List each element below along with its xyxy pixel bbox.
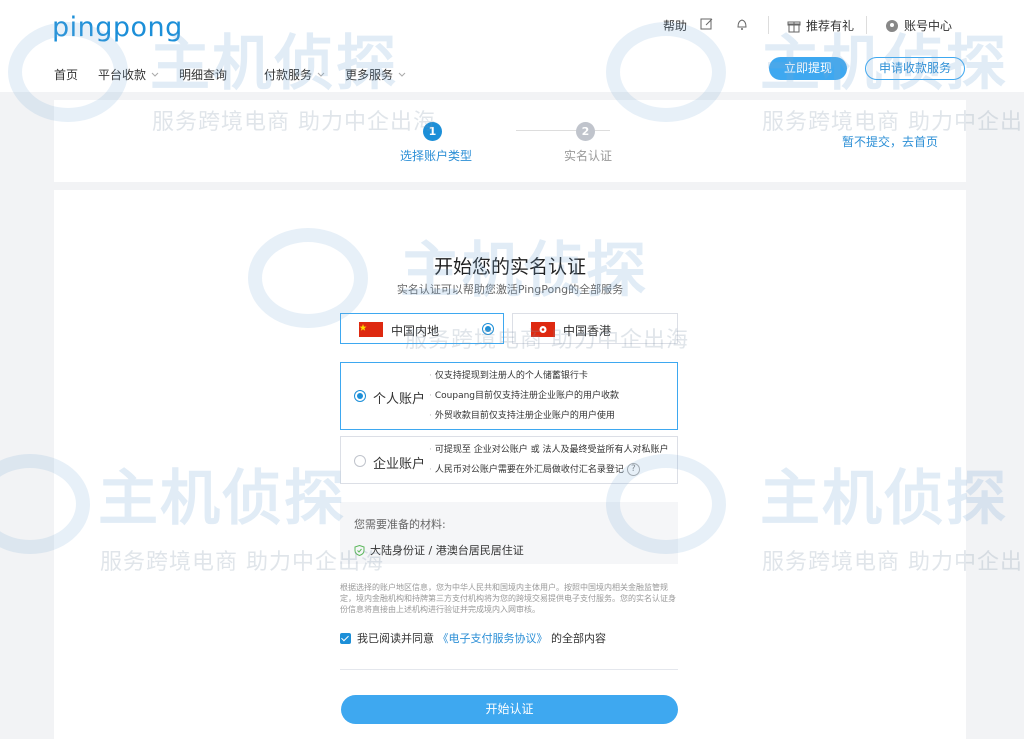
personal-account-option[interactable]: 个人账户 仅支持提现到注册人的个人储蓄银行卡 Coupang目前仅支持注册企业账… [340,362,678,430]
account-center-link[interactable]: 账号中心 [885,17,952,34]
compliance-notice: 根据选择的账户地区信息，您为中华人民共和国境内主体用户。按照中国境内相关金融监管… [340,583,676,614]
skip-to-home-link[interactable]: 暂不提交，去首页 [842,133,938,150]
pingpong-logo[interactable]: pingpong [52,12,183,43]
divider [340,669,678,670]
start-verification-button[interactable]: 开始认证 [341,695,678,724]
china-flag-icon [359,322,383,337]
region-option-hongkong[interactable]: 中国香港 [512,313,678,344]
personal-note-1: 仅支持提现到注册人的个人储蓄银行卡 [429,366,619,386]
enterprise-account-option[interactable]: 企业账户 可提现至 企业对公账户 或 法人及最终受益所有人对私账户 人民币对公账… [340,436,678,484]
withdraw-button[interactable]: 立即提现 [769,57,847,80]
region-label: 中国香港 [563,324,612,338]
personal-note-3: 外贸收款目前仅支持注册企业账户的用户使用 [429,406,619,426]
divider [866,16,867,34]
page-title: 开始您的实名认证 [433,256,586,278]
enterprise-note-2: 人民币对公账户需要在外汇局做收付汇名录登记 [434,465,624,475]
required-materials-box: 您需要准备的材料: 大陆身份证 / 港澳台居民居住证 [340,502,678,564]
enterprise-account-radio[interactable] [354,455,366,467]
enterprise-account-label: 企业账户 [373,457,426,472]
payment-agreement-link[interactable]: 《电子支付服务协议》 [438,632,548,645]
recommend-link[interactable]: 推荐有礼 [787,17,854,34]
step-2-label: 实名认证 [564,149,613,163]
gift-icon [787,21,801,32]
steps-panel: 1 选择账户类型 2 实名认证 暂不提交，去首页 [54,100,966,182]
divider [768,16,769,34]
region-radio-selected[interactable] [482,323,494,335]
region-label: 中国内地 [391,324,440,338]
nav-home[interactable]: 首页 [54,66,78,83]
agreement-prefix: 我已阅读并同意 [357,632,434,645]
nav-detail-query[interactable]: 明细查询 [179,66,227,83]
materials-item: 大陆身份证 / 港澳台居民居住证 [354,542,524,558]
region-option-mainland[interactable]: 中国内地 [340,313,504,344]
apply-collection-button[interactable]: 申请收款服务 [865,57,965,80]
enterprise-note-1: 可提现至 企业对公账户 或 法人及最终受益所有人对私账户 [429,440,669,460]
help-label: 帮助 [663,19,688,33]
enterprise-account-notes: 可提现至 企业对公账户 或 法人及最终受益所有人对私账户 人民币对公账户需要在外… [429,440,668,480]
personal-account-label: 个人账户 [373,392,426,407]
hongkong-flag-icon [531,322,555,337]
verification-card: 开始您的实名认证 实名认证可以帮助您激活PingPong的全部服务 中国内地 中… [54,190,966,739]
nav-platform-collect[interactable]: 平台收款 [98,66,160,83]
edit-icon[interactable] [700,17,714,31]
user-avatar-icon [886,19,898,32]
agreement-suffix: 的全部内容 [551,632,606,645]
step-1-number: 1 [423,122,442,141]
step-2-number: 2 [576,122,595,141]
help-link[interactable]: 帮助 [663,17,687,34]
page-subtitle: 实名认证可以帮助您激活PingPong的全部服务 [396,283,624,296]
account-center-label: 账号中心 [904,19,953,33]
chevron-down-icon [398,72,406,77]
enterprise-note-2-row: 人民币对公账户需要在外汇局做收付汇名录登记? [429,460,668,480]
agreement-row[interactable]: 我已阅读并同意 《电子支付服务协议》 的全部内容 [340,630,606,646]
chevron-down-icon [151,72,159,77]
personal-note-2: Coupang目前仅支持注册企业账户的用户收款 [429,386,619,406]
agreement-checkbox[interactable] [340,632,351,644]
top-header: pingpong 帮助 推荐有礼 账号中心 首页 平台收款 明细查询 付款服务 … [0,0,1024,92]
bell-icon[interactable] [735,17,749,31]
step-1-label: 选择账户类型 [400,149,473,163]
shield-check-icon [354,544,365,556]
chevron-down-icon [317,72,325,77]
nav-payment-service[interactable]: 付款服务 [264,66,326,83]
question-mark-icon[interactable]: ? [626,463,640,476]
step-connector [516,130,610,131]
personal-account-notes: 仅支持提现到注册人的个人储蓄银行卡 Coupang目前仅支持注册企业账户的用户收… [429,366,619,426]
materials-title: 您需要准备的材料: [354,518,446,531]
materials-item-label: 大陆身份证 / 港澳台居民居住证 [370,544,524,557]
recommend-label: 推荐有礼 [806,19,855,33]
agreement-text: 我已阅读并同意 《电子支付服务协议》 的全部内容 [357,630,606,646]
personal-account-radio[interactable] [354,390,366,402]
nav-more-services[interactable]: 更多服务 [345,66,407,83]
